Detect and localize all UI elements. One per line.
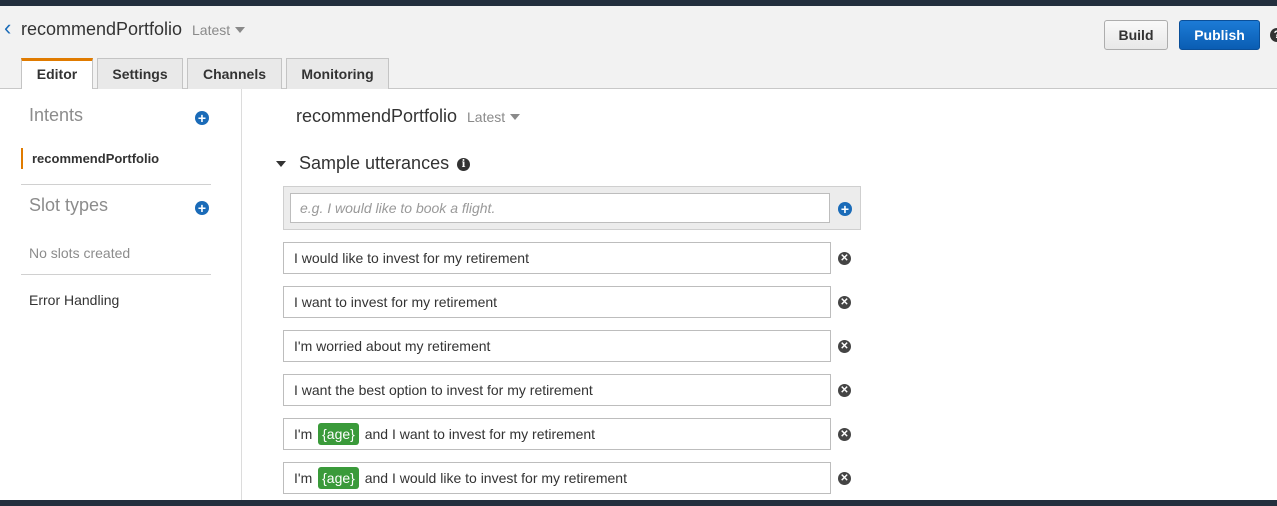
new-utterance-panel: + xyxy=(283,186,861,230)
caret-down-icon xyxy=(510,114,521,120)
intent-version-label: Latest xyxy=(467,109,506,125)
utterance-row[interactable]: I want to invest for my retirement xyxy=(283,286,831,318)
add-utterance-plus-icon[interactable]: + xyxy=(838,202,852,216)
back-chevron-icon[interactable]: ‹ xyxy=(4,17,18,39)
utterance-row[interactable]: I'm worried about my retirement xyxy=(283,330,831,362)
build-button[interactable]: Build xyxy=(1104,20,1168,50)
tab-settings[interactable]: Settings xyxy=(97,58,183,89)
error-handling-link[interactable]: Error Handling xyxy=(29,292,119,308)
utterance-row[interactable]: I'm {age} and I want to invest for my re… xyxy=(283,418,831,450)
utterance-text: and I want to invest for my retirement xyxy=(364,426,596,442)
version-label: Latest xyxy=(192,22,231,38)
intent-version-dropdown[interactable]: Latest xyxy=(467,109,521,125)
no-slots-text: No slots created xyxy=(29,245,131,261)
collapse-caret-icon[interactable] xyxy=(276,161,286,167)
sidebar-divider xyxy=(21,274,211,275)
sidebar: Intents + recommendPortfolio Slot types … xyxy=(0,89,242,500)
utterance-row[interactable]: I would like to invest for my retirement xyxy=(283,242,831,274)
remove-utterance-icon[interactable]: ✕ xyxy=(838,384,851,397)
intent-title: recommendPortfolio xyxy=(296,106,458,126)
remove-utterance-icon[interactable]: ✕ xyxy=(838,340,851,353)
utterance-row[interactable]: I want the best option to invest for my … xyxy=(283,374,831,406)
section-title: Sample utterances xyxy=(299,153,450,173)
remove-utterance-icon[interactable]: ✕ xyxy=(838,472,851,485)
add-intent-plus-icon[interactable]: + xyxy=(195,111,209,125)
utterance-text: I'm xyxy=(294,426,313,442)
slot-tag-age[interactable]: {age} xyxy=(318,467,359,489)
intents-heading: Intents xyxy=(29,105,84,125)
caret-down-icon xyxy=(235,27,246,33)
publish-button[interactable]: Publish xyxy=(1179,20,1260,50)
utterance-text: and I would like to invest for my retire… xyxy=(364,470,627,486)
add-slot-type-plus-icon[interactable]: + xyxy=(195,201,209,215)
slot-types-heading: Slot types xyxy=(29,195,109,215)
tab-channels[interactable]: Channels xyxy=(187,58,282,89)
new-utterance-input[interactable] xyxy=(290,193,830,223)
info-icon[interactable]: i xyxy=(457,158,470,171)
slot-tag-age[interactable]: {age} xyxy=(318,423,359,445)
utterance-text: I'm worried about my retirement xyxy=(294,338,491,354)
remove-utterance-icon[interactable]: ✕ xyxy=(838,428,851,441)
version-dropdown[interactable]: Latest xyxy=(192,22,246,38)
bot-title: recommendPortfolio xyxy=(21,19,183,39)
utterance-text: I would like to invest for my retirement xyxy=(294,250,529,266)
sidebar-item-recommendportfolio[interactable]: recommendPortfolio xyxy=(21,148,159,169)
utterance-text: I want the best option to invest for my … xyxy=(294,382,593,398)
sidebar-divider xyxy=(21,184,211,185)
tab-editor[interactable]: Editor xyxy=(21,58,93,90)
remove-utterance-icon[interactable]: ✕ xyxy=(838,252,851,265)
help-icon[interactable]: ? xyxy=(1270,28,1277,42)
utterance-text: I want to invest for my retirement xyxy=(294,294,498,310)
utterance-text: I'm xyxy=(294,470,313,486)
remove-utterance-icon[interactable]: ✕ xyxy=(838,296,851,309)
utterance-row[interactable]: I'm {age} and I would like to invest for… xyxy=(283,462,831,494)
top-bar: ‹ recommendPortfolio Latest Build Publis… xyxy=(0,6,1277,90)
app-frame: ‹ recommendPortfolio Latest Build Publis… xyxy=(0,6,1277,500)
tab-monitoring[interactable]: Monitoring xyxy=(286,58,389,89)
